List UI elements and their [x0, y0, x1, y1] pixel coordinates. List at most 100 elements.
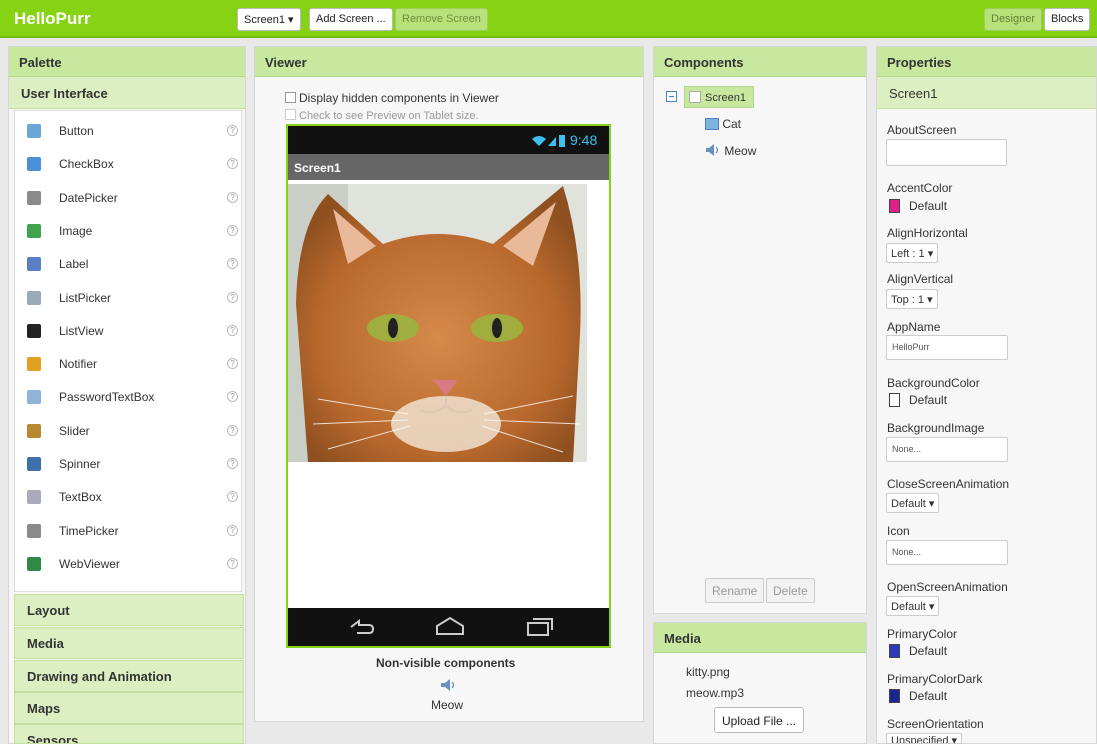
tablet-preview-checkbox[interactable]: Check to see Preview on Tablet size.: [285, 109, 479, 122]
home-icon[interactable]: [435, 616, 465, 636]
palette-item-listview[interactable]: ListView?: [15, 315, 251, 348]
remove-screen-button[interactable]: Remove Screen: [395, 8, 488, 31]
help-icon[interactable]: ?: [227, 391, 238, 403]
palette-item-textbox[interactable]: TextBox?: [15, 481, 251, 514]
collapse-icon[interactable]: [666, 91, 677, 102]
palette-item-spinner[interactable]: Spinner?: [15, 448, 251, 481]
help-icon[interactable]: ?: [227, 291, 238, 303]
help-icon[interactable]: ?: [227, 557, 238, 569]
tree-item-screen1[interactable]: Screen1: [684, 86, 754, 108]
palette-item-slider[interactable]: Slider?: [15, 415, 251, 448]
primary-dark-color-swatch[interactable]: [889, 689, 900, 703]
prop-icon-label: Icon: [887, 524, 910, 538]
cat-image[interactable]: [288, 184, 587, 462]
palette-item-label: PasswordTextBox: [59, 390, 155, 405]
prop-bgimage-label: BackgroundImage: [887, 421, 985, 435]
background-image-input[interactable]: None...: [886, 437, 1008, 462]
add-screen-button[interactable]: Add Screen ...: [309, 8, 393, 31]
primary-color-value[interactable]: Default: [909, 644, 947, 658]
help-icon[interactable]: ?: [227, 524, 238, 536]
category-drawing-animation[interactable]: Drawing and Animation: [14, 660, 244, 692]
palette-item-timepicker[interactable]: TimePicker?: [15, 515, 251, 548]
button-icon: [27, 124, 41, 138]
palette-item-label: Slider: [59, 423, 90, 438]
palette-item-webviewer[interactable]: WebViewer?: [15, 548, 251, 581]
palette-item-datepicker[interactable]: DatePicker?: [15, 182, 251, 215]
datepicker-icon: [27, 190, 41, 205]
nonvisible-components-title: Non-visible components: [376, 656, 516, 670]
palette-item-label[interactable]: Label?: [15, 248, 251, 281]
accent-color-swatch[interactable]: [889, 199, 900, 213]
help-icon[interactable]: ?: [227, 224, 238, 236]
help-icon[interactable]: ?: [227, 258, 238, 270]
palette-item-checkbox[interactable]: CheckBox?: [15, 148, 251, 181]
upload-file-button[interactable]: Upload File ...: [714, 707, 805, 733]
palette-item-listpicker[interactable]: ListPicker?: [15, 282, 251, 315]
palette-item-passwordtextbox[interactable]: PasswordTextBox?: [15, 381, 251, 414]
tree-item-cat[interactable]: Cat: [705, 117, 741, 131]
help-icon[interactable]: ?: [227, 158, 238, 170]
top-bar: HelloPurr Screen1 ▾ Add Screen ... Remov…: [0, 0, 1097, 38]
help-icon[interactable]: ?: [227, 458, 238, 469]
checkbox-icon[interactable]: [285, 92, 296, 103]
spinner-icon: [27, 457, 41, 471]
tablet-preview-label: Check to see Preview on Tablet size.: [299, 110, 479, 122]
category-layout[interactable]: Layout: [14, 594, 244, 626]
speaker-icon[interactable]: [440, 678, 456, 692]
close-animation-select[interactable]: Default ▾: [886, 493, 940, 513]
help-icon[interactable]: ?: [227, 191, 238, 203]
tree-label-meow: Meow: [724, 144, 757, 158]
palette-item-label: DatePicker: [59, 190, 118, 205]
palette-item-image[interactable]: Image?: [15, 215, 251, 248]
palette-item-label: Spinner: [59, 457, 101, 471]
media-file-kitty[interactable]: kitty.png: [686, 665, 730, 679]
help-icon[interactable]: ?: [227, 491, 238, 503]
signal-battery-icon: [532, 135, 565, 147]
screen-title-bar: Screen1: [288, 154, 609, 180]
tree-item-meow[interactable]: Meow: [705, 144, 756, 158]
checkbox-icon[interactable]: [285, 109, 296, 120]
blocks-button[interactable]: Blocks: [1044, 8, 1091, 31]
nonvisible-meow-label[interactable]: Meow: [431, 698, 463, 712]
category-maps[interactable]: Maps: [14, 692, 244, 724]
help-icon[interactable]: ?: [227, 125, 238, 136]
media-file-meow[interactable]: meow.mp3: [686, 686, 744, 700]
help-icon[interactable]: ?: [227, 424, 238, 436]
palette-item-label: TimePicker: [59, 523, 119, 538]
category-media[interactable]: Media: [14, 627, 244, 659]
palette-item-notifier[interactable]: Notifier?: [15, 348, 251, 381]
palette-item-label: WebViewer: [59, 556, 120, 571]
screen-orientation-select[interactable]: Unspecified ▾: [886, 733, 963, 744]
appname-input[interactable]: HelloPurr: [886, 335, 1008, 360]
screen-select-dropdown[interactable]: Screen1 ▾: [237, 8, 301, 31]
prop-align-v-label: AlignVertical: [887, 272, 954, 286]
help-icon[interactable]: ?: [227, 358, 238, 370]
primary-color-swatch[interactable]: [889, 644, 900, 658]
designer-button[interactable]: Designer: [984, 8, 1043, 31]
accent-color-value[interactable]: Default: [909, 199, 947, 213]
primary-dark-color-value[interactable]: Default: [909, 689, 947, 703]
rename-button[interactable]: Rename: [705, 578, 765, 603]
category-sensors[interactable]: Sensors: [14, 724, 244, 744]
palette-item-label: Notifier: [59, 357, 98, 372]
back-icon[interactable]: [347, 618, 375, 636]
delete-button[interactable]: Delete: [766, 578, 815, 603]
background-color-swatch[interactable]: [889, 393, 900, 407]
about-screen-textarea[interactable]: [886, 139, 1007, 166]
icon-input[interactable]: None...: [886, 540, 1008, 565]
user-interface-category[interactable]: User Interface: [9, 77, 245, 109]
help-icon[interactable]: ?: [227, 324, 238, 336]
open-animation-select[interactable]: Default ▾: [886, 596, 940, 616]
palette-item-label: TextBox: [59, 490, 102, 505]
prop-about-label: AboutScreen: [887, 123, 957, 137]
palette-item-button[interactable]: Button?: [15, 115, 251, 148]
image-icon: [705, 118, 719, 130]
align-vertical-select[interactable]: Top : 1 ▾: [886, 289, 938, 309]
selected-component-name: Screen1: [877, 77, 1096, 109]
slider-icon: [27, 423, 41, 438]
properties-title: Properties: [877, 47, 1096, 77]
background-color-value[interactable]: Default: [909, 393, 947, 407]
recent-apps-icon[interactable]: [526, 617, 554, 637]
hidden-components-checkbox[interactable]: Display hidden components in Viewer: [285, 91, 499, 105]
align-horizontal-select[interactable]: Left : 1 ▾: [886, 243, 939, 263]
